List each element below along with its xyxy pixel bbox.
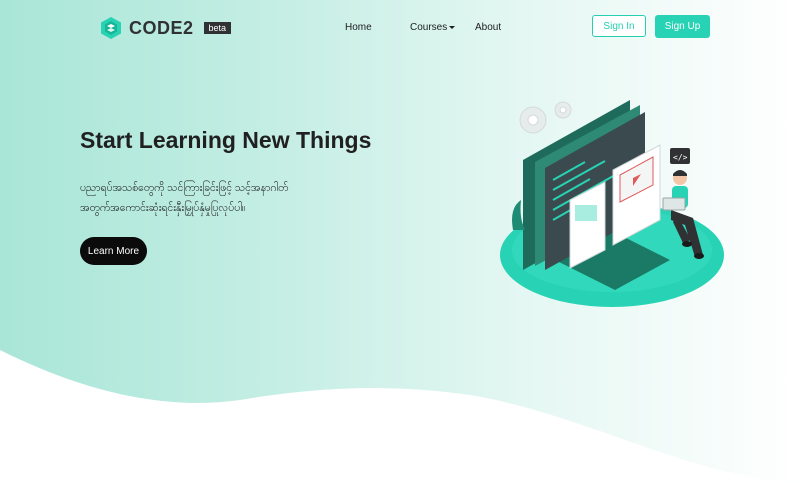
gear-icon	[519, 101, 572, 134]
hexagon-logo-icon	[101, 17, 121, 39]
hero-description-line-1: ပညာရပ်အသစ်တွေကို သင်ကြားခြင်းဖြင့် သင့်အ…	[80, 182, 289, 194]
beta-badge: beta	[203, 22, 232, 34]
svg-text:</>: </>	[673, 153, 688, 162]
brand-name: CODE2	[129, 17, 194, 38]
sign-in-button[interactable]: Sign In	[592, 15, 646, 37]
hero-title: Start Learning New Things	[80, 127, 372, 153]
nav-about[interactable]: About	[475, 22, 501, 33]
nav-courses-label: Courses	[410, 22, 448, 33]
brand-logo[interactable]: CODE2 beta	[99, 16, 232, 40]
hero-description: ပညာရပ်အသစ်တွေကို သင်ကြားခြင်းဖြင့် သင့်အ…	[80, 178, 340, 218]
nav-courses[interactable]: Courses	[410, 22, 456, 33]
nav-home[interactable]: Home	[345, 22, 372, 33]
hero-description-line-2: အတွက်အကောင်းဆုံးရင်းနှီးမြှုပ်နှံမှုပြုလ…	[80, 202, 246, 214]
caret-down-icon	[449, 25, 456, 29]
learning-illustration: </>	[500, 100, 724, 307]
learn-more-button[interactable]: Learn More	[80, 237, 147, 265]
sign-up-button[interactable]: Sign Up	[655, 15, 710, 38]
